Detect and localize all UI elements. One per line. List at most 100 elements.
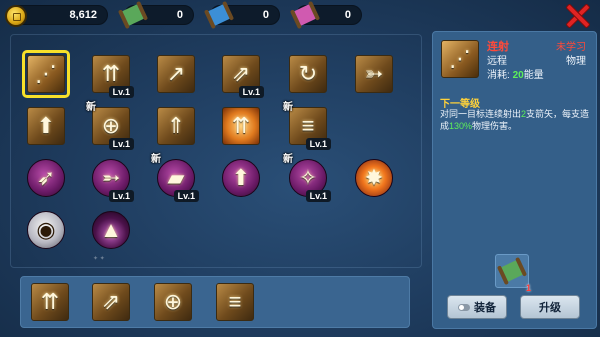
- learn-status: 未学习: [556, 42, 586, 53]
- skill-frame: ➶: [27, 159, 65, 197]
- toggle-icon: [458, 303, 470, 311]
- skill-slot-crossbow[interactable]: ➶: [25, 157, 67, 199]
- skill-slot-explosion[interactable]: ✸: [353, 157, 395, 199]
- skill-detail-panel: ⋰ 连射 未学习 远程 物理 消耗: 20能量 下一等级 对同一目标连续射出2支…: [432, 31, 597, 329]
- piercing-arrow-icon: ➳: [364, 61, 384, 86]
- skill-slot-crosshair[interactable]: ⊕ 新 Lv.1: [86, 102, 134, 150]
- skill-slot-spinning-arrow[interactable]: ↻: [287, 53, 329, 95]
- fire-arrows-icon: ⇈: [231, 113, 251, 138]
- skill-frame: ⇈: [222, 107, 260, 145]
- skill-level-badge: Lv.1: [108, 86, 134, 98]
- sparkle-icon: ✦ ✦: [93, 256, 105, 262]
- skill-description: 对同一目标连续射出2支箭矢，每支造成130%物理伤害。: [440, 108, 594, 132]
- green-scroll-icon: [120, 3, 146, 27]
- skill-screen: ✦ ✦ ✦ ✦ ✦ 8,612 0 0 0 ⋰ ⇈ Lv.1 ↗ ⇗ Lv.1 …: [0, 0, 600, 337]
- new-badge: 新: [86, 102, 96, 113]
- skill-frame: ▲: [92, 211, 130, 249]
- new-badge: 新: [283, 154, 293, 165]
- shadow-beast-icon: ▲: [100, 217, 122, 242]
- equipped-slot-1[interactable]: ⇈: [29, 281, 71, 323]
- cost-unit: 能量: [523, 70, 544, 81]
- skill-slot-heavy-arrow[interactable]: ⇑: [155, 105, 197, 147]
- damage-type: 物理: [566, 56, 586, 67]
- skill-slot-eye[interactable]: ◉: [25, 209, 67, 251]
- skill-level-badge: Lv.1: [305, 138, 331, 150]
- heavy-arrow-icon: ⇑: [166, 113, 186, 138]
- skill-frame: ⬆: [27, 107, 65, 145]
- close-button[interactable]: [565, 3, 591, 29]
- drill-arrow-icon: ⬆: [36, 113, 56, 138]
- skill-level-badge: Lv.1: [173, 190, 199, 202]
- skill-range: 远程: [487, 56, 507, 67]
- blue-scroll-icon: [206, 3, 232, 27]
- arrow-volley-icon: ⇗: [101, 289, 121, 314]
- skill-slot-winged-boots[interactable]: ✧ 新 Lv.1: [283, 154, 331, 202]
- item-count: 1: [525, 283, 531, 293]
- skill-slot-arrow-volley[interactable]: ⇗ Lv.1: [220, 53, 264, 98]
- desc-text: 对同一目标连续射出: [440, 109, 522, 119]
- green-scroll-value: 0: [176, 9, 183, 21]
- skill-slot-piercing-arrow[interactable]: ➳: [353, 53, 395, 95]
- blue-scroll-counter: 0: [206, 3, 280, 27]
- skill-frame: ≡: [216, 283, 254, 321]
- skill-level-badge: Lv.1: [108, 138, 134, 150]
- boots-upgrade-icon: ⬆: [231, 165, 251, 190]
- pink-scroll-icon: [292, 3, 318, 27]
- green-scroll-icon: [499, 259, 525, 283]
- skill-slot-speed-boots[interactable]: ≡ 新 Lv.1: [283, 102, 331, 150]
- upgrade-scroll-item[interactable]: 1: [495, 254, 531, 293]
- explosion-icon: ✸: [364, 165, 384, 190]
- crosshair-icon: ⊕: [163, 289, 183, 314]
- skill-frame: ↻: [289, 55, 327, 93]
- green-scroll-counter: 0: [120, 3, 194, 27]
- skill-frame: ⇑: [157, 107, 195, 145]
- cost-value: 20: [512, 70, 524, 81]
- skill-slot-fire-arrows[interactable]: ⇈: [220, 105, 262, 147]
- spinning-arrow-icon: ↻: [298, 61, 318, 86]
- equip-button[interactable]: 装备: [447, 295, 507, 319]
- upgrade-button[interactable]: 升级: [520, 295, 580, 319]
- equipped-slot-3[interactable]: ⊕: [152, 281, 194, 323]
- skill-frame: ⋰: [441, 40, 479, 78]
- blue-scroll-value: 0: [262, 9, 269, 21]
- skill-slot-boots-upgrade[interactable]: ⬆: [220, 157, 262, 199]
- skill-slot-drill-arrow[interactable]: ⬆: [25, 105, 67, 147]
- cost-label: 消耗:: [487, 70, 513, 81]
- skill-slot-curved-arrow[interactable]: ↗: [155, 53, 197, 95]
- skill-frame: ✸: [355, 159, 393, 197]
- skill-slot-shadow-beast[interactable]: ▲: [90, 209, 132, 251]
- detail-skill-icon: ⋰: [439, 38, 481, 80]
- new-badge: 新: [283, 102, 293, 113]
- gold-counter: 8,612: [5, 5, 108, 27]
- skill-frame: ◉: [27, 211, 65, 249]
- skill-slot-triple-arrow[interactable]: ⋰: [22, 50, 70, 98]
- upgrade-label: 升级: [539, 302, 561, 314]
- skill-frame: ↗: [157, 55, 195, 93]
- eye-icon: ◉: [36, 217, 56, 242]
- equipped-slot-4[interactable]: ≡: [214, 281, 256, 323]
- curved-arrow-icon: ↗: [166, 61, 186, 86]
- desc-text: 物理伤害。: [472, 121, 518, 131]
- arrow-fan-icon: ⇈: [40, 289, 60, 314]
- equipped-slot-2[interactable]: ⇗: [90, 281, 132, 323]
- skill-slot-arrow-fan[interactable]: ⇈ Lv.1: [90, 53, 134, 98]
- triple-arrow-icon: ⋰: [35, 61, 57, 86]
- desc-percent: 130%: [449, 121, 473, 131]
- equip-label: 装备: [474, 302, 496, 314]
- pink-scroll-value: 0: [344, 9, 351, 21]
- skill-slot-boots[interactable]: ▰ 新 Lv.1: [151, 154, 199, 202]
- skill-slot-swift-arrow[interactable]: ➵ Lv.1: [90, 157, 134, 202]
- skill-frame: ⬆: [222, 159, 260, 197]
- energy-cost: 消耗: 20能量: [487, 66, 544, 81]
- skill-frame: ⇈: [31, 283, 69, 321]
- skill-frame: ⇗: [92, 283, 130, 321]
- boots-icon: ≡: [228, 289, 242, 314]
- pink-scroll-counter: 0: [292, 3, 362, 27]
- new-badge: 新: [151, 154, 161, 165]
- skill-level-badge: Lv.1: [108, 190, 134, 202]
- skill-level-badge: Lv.1: [238, 86, 264, 98]
- skill-frame: ⊕: [154, 283, 192, 321]
- skill-level-badge: Lv.1: [305, 190, 331, 202]
- crossbow-icon: ➶: [36, 165, 56, 190]
- gold-value: 8,612: [69, 9, 97, 21]
